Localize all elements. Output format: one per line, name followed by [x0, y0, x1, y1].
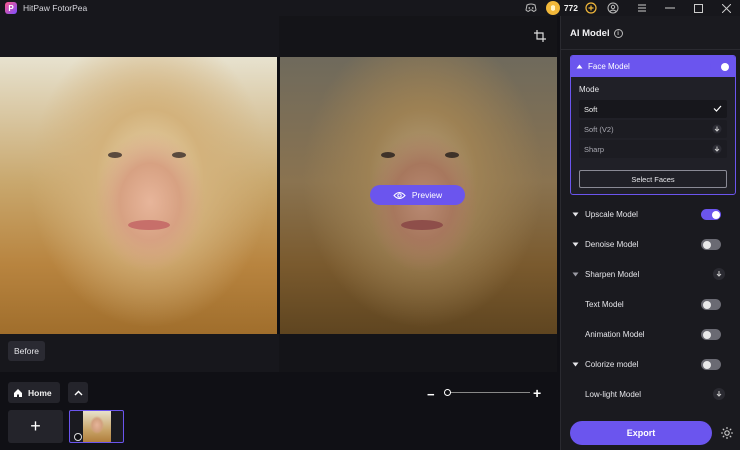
zoom-slider-handle[interactable] [444, 389, 451, 396]
face-model-label: Face Model [588, 62, 630, 71]
mode-option-soft-v2[interactable]: Soft (V2) [579, 120, 727, 138]
title-bar: P HitPaw FotorPea 772 [0, 0, 740, 16]
zoom-in-button[interactable]: + [533, 385, 541, 401]
animation-model-toggle[interactable] [701, 329, 721, 340]
zoom-slider[interactable] [444, 392, 530, 393]
image-canvas [0, 16, 557, 372]
chevron-up-icon [74, 390, 82, 395]
caret-up-icon [576, 64, 583, 69]
eye-icon [393, 191, 406, 199]
info-icon[interactable] [74, 433, 82, 441]
eye-shape [172, 152, 186, 158]
model-label: Animation Model [585, 329, 645, 339]
model-row-colorize[interactable]: Colorize model [570, 354, 736, 374]
eye-shape [445, 152, 459, 158]
discord-icon[interactable] [524, 1, 538, 15]
image-thumbnail[interactable] [69, 410, 124, 443]
crop-icon[interactable] [533, 29, 547, 43]
mode-label: Mode [579, 85, 600, 94]
home-icon [14, 388, 22, 397]
caret-down-icon [572, 212, 579, 216]
mode-option-sharp[interactable]: Sharp [579, 140, 727, 158]
colorize-model-toggle[interactable] [701, 359, 721, 370]
model-label: Text Model [585, 299, 624, 309]
model-row-low-light[interactable]: Low-light Model [570, 384, 736, 404]
model-row-animation[interactable]: Animation Model [570, 324, 736, 344]
select-faces-button[interactable]: Select Faces [579, 170, 727, 188]
lips-shape [128, 220, 170, 230]
mode-option-label: Soft (V2) [584, 124, 614, 134]
face-model-toggle[interactable] [710, 61, 730, 72]
mode-option-soft[interactable]: Soft [579, 100, 727, 118]
model-label: Upscale Model [585, 209, 638, 219]
download-icon[interactable] [713, 388, 725, 400]
model-label: Denoise Model [585, 239, 639, 249]
preview-button[interactable]: Preview [370, 185, 465, 205]
download-icon[interactable] [712, 144, 722, 154]
home-button[interactable]: Home [8, 382, 60, 403]
model-label: Sharpen Model [585, 269, 640, 279]
model-row-denoise[interactable]: Denoise Model [570, 234, 736, 254]
face-model-card: Face Model Mode Soft Soft (V2) Sharp Sel… [570, 55, 736, 195]
check-icon [713, 105, 722, 112]
face-model-header[interactable]: Face Model [571, 56, 735, 77]
divider [561, 49, 740, 50]
panel-title: AI Model i [570, 28, 623, 39]
export-button[interactable]: Export [570, 421, 712, 445]
eye-shape [108, 152, 122, 158]
app-logo-icon: P [5, 2, 17, 14]
before-image [0, 57, 277, 334]
ai-model-panel: AI Model i Face Model Mode Soft Soft (V2… [560, 16, 740, 450]
caret-down-icon [572, 242, 579, 246]
caret-down-icon [572, 362, 579, 366]
model-row-sharpen[interactable]: Sharpen Model [570, 264, 736, 284]
download-icon[interactable] [713, 268, 725, 280]
download-icon[interactable] [712, 124, 722, 134]
close-icon[interactable] [712, 0, 740, 16]
zoom-out-button[interactable]: − [427, 387, 435, 402]
before-button[interactable]: Before [8, 341, 45, 361]
upscale-model-toggle[interactable] [701, 209, 721, 220]
minimize-icon[interactable] [656, 0, 684, 16]
panel-title-text: AI Model [570, 28, 610, 39]
account-icon[interactable] [606, 1, 620, 15]
text-model-toggle[interactable] [701, 299, 721, 310]
lips-shape [401, 220, 443, 230]
coin-icon [545, 1, 560, 15]
model-label: Low-light Model [585, 389, 642, 399]
home-label: Home [28, 387, 52, 398]
maximize-icon[interactable] [684, 0, 712, 16]
mode-option-label: Sharp [584, 144, 605, 154]
thumbnail-image [82, 411, 111, 442]
add-credits-icon[interactable] [584, 1, 598, 15]
denoise-model-toggle[interactable] [701, 239, 721, 250]
bottom-bar: Home + − + [0, 372, 557, 450]
info-icon[interactable]: i [613, 29, 623, 38]
eye-shape [381, 152, 395, 158]
app-title: HitPaw FotorPea [23, 3, 88, 13]
menu-icon[interactable] [628, 0, 656, 16]
mode-option-label: Soft [584, 104, 598, 114]
model-row-text[interactable]: Text Model [570, 294, 736, 314]
model-row-upscale[interactable]: Upscale Model [570, 204, 736, 224]
model-label: Colorize model [585, 359, 639, 369]
preview-label: Preview [411, 190, 443, 200]
collapse-button[interactable] [68, 382, 88, 403]
caret-down-icon [572, 272, 579, 276]
add-image-button[interactable]: + [8, 410, 63, 443]
gear-icon[interactable] [719, 425, 735, 441]
credits-count: 772 [563, 3, 578, 13]
